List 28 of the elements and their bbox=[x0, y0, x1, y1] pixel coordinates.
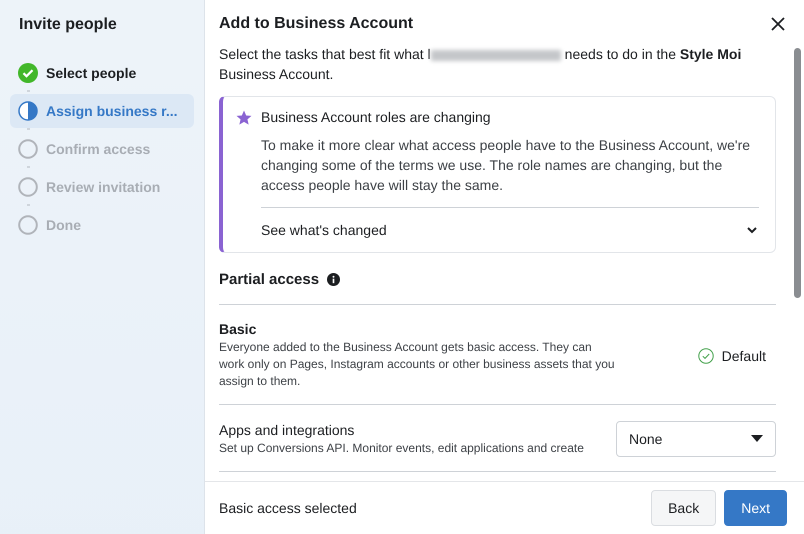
notice-title: Business Account roles are changing bbox=[261, 109, 492, 125]
caret-icon bbox=[751, 435, 763, 443]
star-icon bbox=[235, 109, 253, 127]
dialog-title: Add to Business Account bbox=[219, 15, 414, 33]
scrollbar-thumb[interactable] bbox=[794, 48, 801, 298]
section-title: Partial access bbox=[219, 271, 320, 288]
check-circle-icon bbox=[698, 348, 714, 364]
access-description: Set up Conversions API. Monitor events, edit applications and create bbox=[219, 440, 585, 456]
access-name: Basic bbox=[219, 321, 258, 337]
access-dropdown[interactable]: None bbox=[616, 421, 776, 457]
sidebar-title: Invite people bbox=[19, 16, 118, 34]
access-description: Everyone added to the Business Account gets basic access. They can work only on Pages, Instagram accounts or other business assets that you assign to them. bbox=[219, 339, 616, 390]
access-name: Apps and integrations bbox=[219, 422, 356, 438]
notice-text: To make it more clear what access people have to the Business Account, we're changing some of the terms we use. The role names are changing, but the access people have will stay the same. bbox=[261, 136, 752, 195]
circle-icon bbox=[18, 177, 38, 197]
expander[interactable]: See what's changed bbox=[261, 207, 759, 242]
info-icon[interactable] bbox=[327, 273, 340, 286]
check-icon bbox=[18, 63, 38, 83]
circle-icon bbox=[18, 139, 38, 159]
step-item[interactable]: Assign business r... bbox=[10, 94, 194, 128]
back-button[interactable]: Back bbox=[651, 490, 716, 526]
intro-text: Select the tasks that best fit what l needs to do in the Style Moi Business Account. bbox=[219, 45, 742, 84]
step-item[interactable]: Select people bbox=[10, 56, 194, 90]
next-button[interactable]: Next bbox=[724, 490, 787, 526]
default-label: Default bbox=[722, 348, 766, 364]
circle-icon bbox=[18, 215, 38, 235]
half-circle-icon bbox=[18, 101, 38, 121]
selection-status: Basic access selected bbox=[219, 500, 357, 516]
